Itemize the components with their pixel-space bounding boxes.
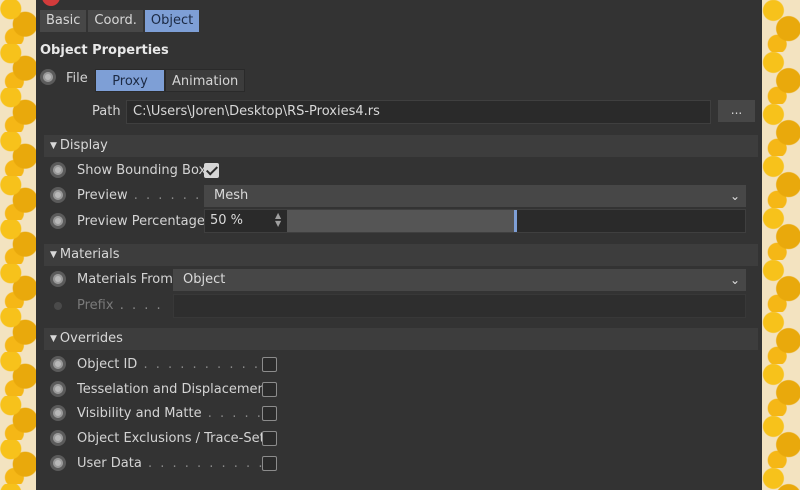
display-group-header[interactable]: ▼ Display	[44, 135, 758, 157]
mode-animation-button[interactable]: Animation	[165, 69, 246, 92]
slider-handle[interactable]	[514, 210, 517, 232]
viewport-background-right	[762, 0, 800, 490]
materials-group-header[interactable]: ▼ Materials	[44, 244, 758, 266]
slider-fill	[287, 210, 516, 232]
path-input[interactable]: C:\Users\Joren\Desktop\RS-Proxies4.rs	[126, 100, 711, 124]
disclosure-triangle-icon: ▼	[50, 334, 57, 344]
override-tesselation-checkbox[interactable]	[262, 382, 277, 397]
override-visibility-checkbox[interactable]	[262, 406, 277, 421]
materials-from-label: Materials From	[77, 272, 173, 287]
mode-proxy-button[interactable]: Proxy	[95, 69, 165, 92]
preview-radio[interactable]	[50, 187, 66, 203]
tab-object[interactable]: Object	[144, 10, 200, 32]
tab-bar: Basic Coord. Object	[40, 10, 200, 32]
override-tesselation-radio[interactable]	[50, 381, 66, 397]
file-mode-switch: Proxy Animation	[95, 69, 246, 92]
browse-button[interactable]: ...	[718, 100, 755, 122]
chevron-down-icon: ⌄	[729, 273, 740, 287]
materials-from-value: Object	[183, 272, 226, 287]
prefix-radio	[54, 302, 62, 310]
override-visibility-radio[interactable]	[50, 405, 66, 421]
override-object-id-checkbox[interactable]	[262, 357, 277, 372]
object-icon	[42, 0, 60, 6]
materials-header-label: Materials	[59, 247, 120, 262]
preview-percentage-slider[interactable]	[287, 210, 745, 232]
override-object-id-radio[interactable]	[50, 356, 66, 372]
override-visibility-label: Visibility and Matte . . . . . .	[77, 406, 276, 421]
path-label: Path	[92, 104, 121, 119]
overrides-group-header[interactable]: ▼ Overrides	[44, 328, 758, 350]
show-bbox-radio[interactable]	[50, 162, 66, 178]
override-user-data-radio[interactable]	[50, 455, 66, 471]
preview-label: Preview . . . . . .	[77, 188, 202, 203]
show-bbox-label: Show Bounding Box	[77, 163, 207, 178]
override-exclusions-label: Object Exclusions / Trace-Sets	[77, 431, 272, 446]
attribute-panel: Basic Coord. Object Object Properties Fi…	[36, 0, 762, 490]
viewport-background-left	[0, 0, 36, 490]
preview-dropdown[interactable]: Mesh ⌄	[204, 185, 746, 207]
override-exclusions-radio[interactable]	[50, 430, 66, 446]
file-keyframe-radio[interactable]	[40, 69, 56, 85]
materials-from-radio[interactable]	[50, 271, 66, 287]
override-user-data-checkbox[interactable]	[262, 456, 277, 471]
show-bbox-checkbox[interactable]	[204, 163, 219, 178]
preview-dropdown-value: Mesh	[214, 188, 249, 203]
disclosure-triangle-icon: ▼	[50, 250, 57, 260]
disclosure-triangle-icon: ▼	[50, 141, 57, 151]
prefix-label: Prefix . . . .	[77, 298, 163, 313]
tab-coord[interactable]: Coord.	[88, 10, 143, 32]
materials-from-dropdown[interactable]: Object ⌄	[173, 269, 746, 291]
preview-percentage-control: 50 % ▲ ▼	[204, 209, 746, 233]
override-tesselation-label: Tesselation and Displacement	[77, 382, 271, 397]
display-header-label: Display	[59, 138, 108, 153]
override-user-data-label: User Data . . . . . . . . . .	[77, 456, 265, 471]
overrides-header-label: Overrides	[59, 331, 123, 346]
override-exclusions-checkbox[interactable]	[262, 431, 277, 446]
preview-percentage-value[interactable]: 50 %	[210, 210, 243, 232]
prefix-input	[173, 294, 746, 318]
file-label: File	[66, 71, 88, 86]
chevron-down-icon: ⌄	[729, 189, 740, 203]
spinner-arrows-icon[interactable]: ▲ ▼	[275, 212, 281, 228]
preview-percentage-label: Preview Percentage	[77, 214, 205, 229]
section-title: Object Properties	[40, 43, 169, 58]
preview-percentage-radio[interactable]	[50, 213, 66, 229]
tab-basic[interactable]: Basic	[40, 10, 87, 32]
override-object-id-label: Object ID . . . . . . . . . .	[77, 357, 260, 372]
